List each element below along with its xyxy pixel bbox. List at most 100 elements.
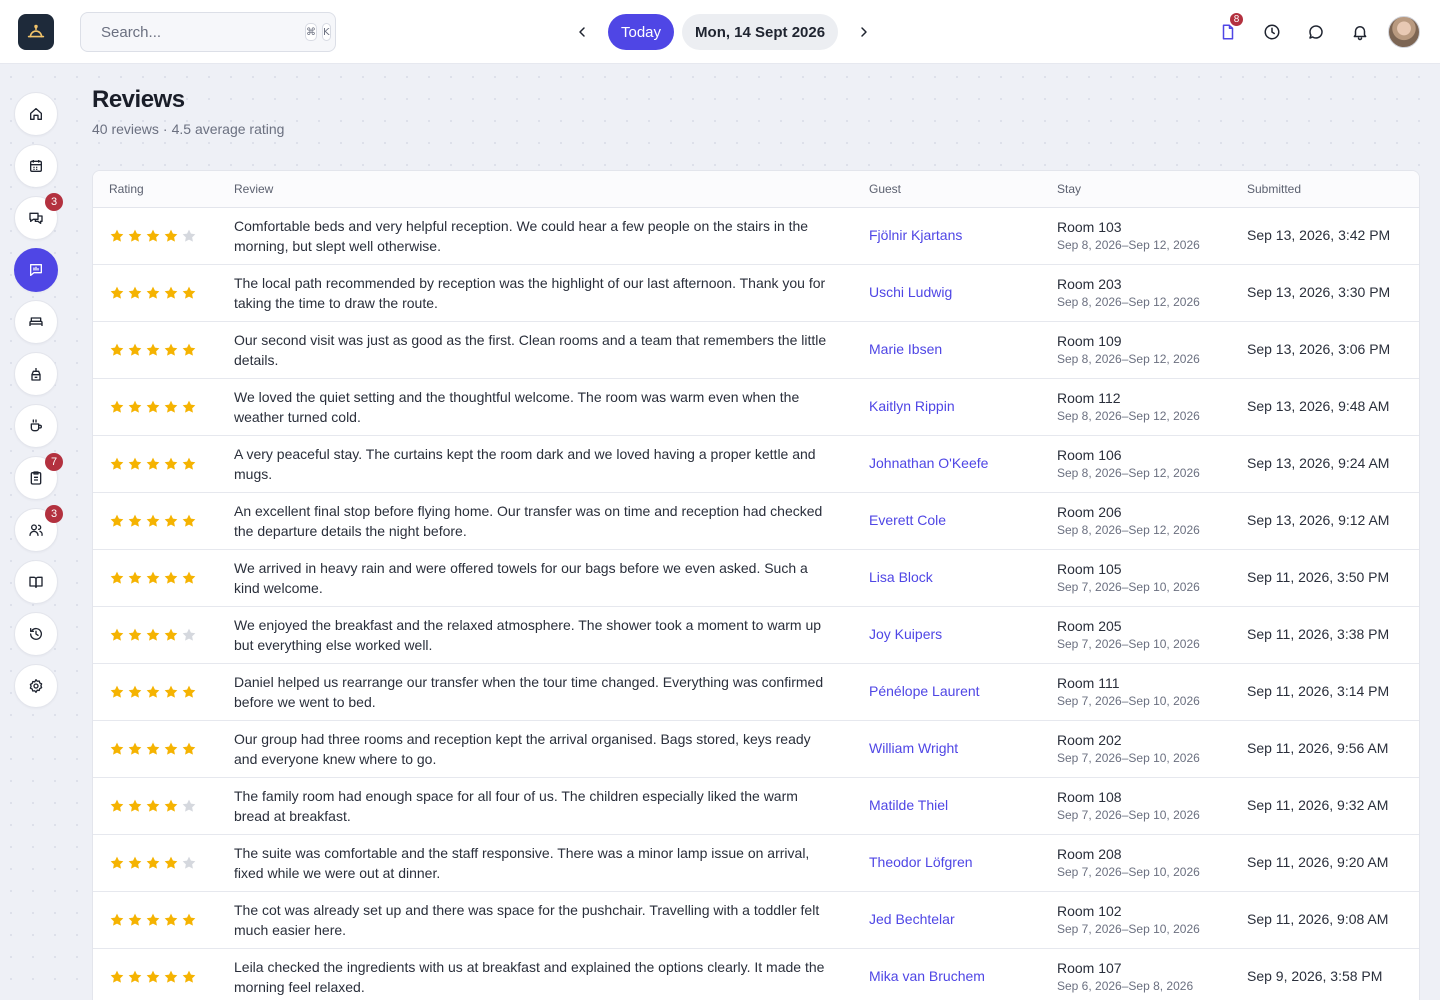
chevron-right-icon bbox=[861, 27, 867, 37]
submitted-cell: Sep 13, 2026, 9:48 AM bbox=[1247, 378, 1419, 436]
top-bar: ⌘ K Today Mon, 14 Sept 2026 8 bbox=[0, 0, 1440, 64]
room-number: Room 208 bbox=[1057, 845, 1122, 862]
sidebar-item-reviews[interactable] bbox=[14, 248, 58, 292]
app-logo[interactable] bbox=[18, 14, 54, 50]
star-filled-icon bbox=[110, 685, 124, 698]
guest-cell: Mika van Bruchem bbox=[869, 948, 1057, 1000]
star-filled-icon bbox=[146, 970, 160, 983]
star-filled-icon bbox=[146, 514, 160, 527]
next-day-button[interactable] bbox=[850, 14, 878, 50]
table-row[interactable]: We loved the quiet setting and the thoug… bbox=[93, 378, 1419, 436]
notifications-button[interactable] bbox=[1340, 14, 1380, 50]
submitted-cell: Sep 11, 2026, 9:20 AM bbox=[1247, 834, 1419, 892]
date-navigator: Today Mon, 14 Sept 2026 bbox=[568, 14, 878, 50]
table-row[interactable]: The suite was comfortable and the staff … bbox=[93, 834, 1419, 892]
table-row[interactable]: Comfortable beds and very helpful recept… bbox=[93, 207, 1419, 265]
star-filled-icon bbox=[182, 913, 196, 926]
sidebar-item-housekeeping[interactable] bbox=[14, 352, 58, 396]
search-input[interactable] bbox=[101, 23, 300, 41]
guest-link[interactable]: Johnathan O'Keefe bbox=[869, 455, 988, 471]
table-row[interactable]: Our second visit was just as good as the… bbox=[93, 321, 1419, 379]
tasks-button[interactable]: 8 bbox=[1208, 11, 1248, 50]
stay-cell: Room 111 Sep 7, 2026–Sep 10, 2026 bbox=[1057, 663, 1247, 721]
review-text: Our group had three rooms and reception … bbox=[234, 730, 811, 767]
stay-dates: Sep 7, 2026–Sep 10, 2026 bbox=[1057, 693, 1200, 708]
sidebar-item-settings[interactable] bbox=[14, 664, 58, 708]
star-filled-icon bbox=[146, 343, 160, 356]
today-button[interactable]: Today bbox=[608, 14, 675, 50]
stay-dates: Sep 8, 2026–Sep 12, 2026 bbox=[1057, 408, 1200, 423]
guest-link[interactable]: William Wright bbox=[869, 740, 958, 756]
sidebar-item-guidebook[interactable] bbox=[14, 560, 58, 604]
sidebar-item-tasks[interactable]: 7 bbox=[14, 453, 63, 500]
star-filled-icon bbox=[110, 742, 124, 755]
bed-icon bbox=[29, 317, 43, 326]
table-row[interactable]: Our group had three rooms and reception … bbox=[93, 720, 1419, 778]
stay-cell: Room 106 Sep 8, 2026–Sep 12, 2026 bbox=[1057, 435, 1247, 493]
column-header-guest[interactable]: Guest bbox=[869, 171, 1057, 208]
room-number: Room 106 bbox=[1057, 446, 1122, 463]
sidebar-item-home[interactable] bbox=[14, 92, 58, 136]
star-filled-icon bbox=[110, 799, 124, 812]
rating-cell bbox=[93, 891, 234, 949]
user-avatar[interactable] bbox=[1388, 16, 1420, 48]
star-filled-icon bbox=[128, 799, 142, 812]
guest-link[interactable]: Pénélope Laurent bbox=[869, 683, 980, 699]
guest-link[interactable]: Fjölnir Kjartans bbox=[869, 227, 962, 243]
table-row[interactable]: Daniel helped us rearrange our transfer … bbox=[93, 663, 1419, 721]
sidebar-item-messages[interactable]: 3 bbox=[14, 193, 63, 240]
column-header-review[interactable]: Review bbox=[234, 171, 869, 208]
previous-day-button[interactable] bbox=[568, 14, 596, 50]
column-header-stay[interactable]: Stay bbox=[1057, 171, 1247, 208]
star-rating bbox=[109, 912, 234, 928]
stay-cell: Room 109 Sep 8, 2026–Sep 12, 2026 bbox=[1057, 321, 1247, 379]
gear-icon bbox=[29, 679, 43, 693]
current-date-button[interactable]: Mon, 14 Sept 2026 bbox=[682, 14, 839, 50]
review-cell: Daniel helped us rearrange our transfer … bbox=[234, 663, 869, 721]
star-filled-icon bbox=[128, 457, 142, 470]
guest-link[interactable]: Everett Cole bbox=[869, 512, 946, 528]
chat-button[interactable] bbox=[1296, 14, 1336, 50]
sidebar-item-calendar[interactable] bbox=[14, 144, 58, 188]
review-text: Leila checked the ingredients with us at… bbox=[234, 958, 825, 995]
guest-link[interactable]: Uschi Ludwig bbox=[869, 284, 952, 300]
sidebar-item-guests[interactable]: 3 bbox=[14, 505, 63, 552]
star-filled-icon bbox=[110, 286, 124, 299]
table-row[interactable]: We enjoyed the breakfast and the relaxed… bbox=[93, 606, 1419, 664]
star-filled-icon bbox=[128, 286, 142, 299]
submitted-cell: Sep 11, 2026, 3:38 PM bbox=[1247, 606, 1419, 664]
table-row[interactable]: We arrived in heavy rain and were offere… bbox=[93, 549, 1419, 607]
tasks-badge: 8 bbox=[1228, 11, 1245, 28]
star-filled-icon bbox=[128, 571, 142, 584]
guest-link[interactable]: Theodor Löfgren bbox=[869, 854, 973, 870]
guest-link[interactable]: Joy Kuipers bbox=[869, 626, 942, 642]
table-row[interactable]: The family room had enough space for all… bbox=[93, 777, 1419, 835]
guest-link[interactable]: Mika van Bruchem bbox=[869, 968, 985, 984]
column-header-rating[interactable]: Rating bbox=[93, 171, 234, 208]
sidebar-item-history[interactable] bbox=[14, 612, 58, 656]
room-number: Room 206 bbox=[1057, 503, 1122, 520]
rating-cell bbox=[93, 606, 234, 664]
column-header-submitted[interactable]: Submitted bbox=[1247, 171, 1419, 208]
star-rating bbox=[109, 741, 234, 757]
guest-link[interactable]: Marie Ibsen bbox=[869, 341, 942, 357]
sidebar-item-breakfast[interactable] bbox=[14, 404, 58, 448]
review-text: We arrived in heavy rain and were offere… bbox=[234, 559, 808, 596]
table-row[interactable]: An excellent final stop before flying ho… bbox=[93, 492, 1419, 550]
table-row[interactable]: A very peaceful stay. The curtains kept … bbox=[93, 435, 1419, 493]
search-box[interactable]: ⌘ K bbox=[80, 12, 336, 52]
guest-link[interactable]: Lisa Block bbox=[869, 569, 933, 585]
table-row[interactable]: Leila checked the ingredients with us at… bbox=[93, 948, 1419, 1000]
table-row[interactable]: The local path recommended by reception … bbox=[93, 264, 1419, 322]
guest-link[interactable]: Matilde Thiel bbox=[869, 797, 948, 813]
star-filled-icon bbox=[110, 628, 124, 641]
star-rating bbox=[109, 969, 234, 985]
room-number: Room 102 bbox=[1057, 902, 1122, 919]
guest-link[interactable]: Jed Bechtelar bbox=[869, 911, 955, 927]
table-row[interactable]: The cot was already set up and there was… bbox=[93, 891, 1419, 949]
submitted-timestamp: Sep 11, 2026, 9:20 AM bbox=[1247, 853, 1389, 870]
star-filled-icon bbox=[164, 571, 178, 584]
sidebar-item-rooms[interactable] bbox=[14, 300, 58, 344]
history-button[interactable] bbox=[1252, 14, 1292, 50]
guest-link[interactable]: Kaitlyn Rippin bbox=[869, 398, 955, 414]
